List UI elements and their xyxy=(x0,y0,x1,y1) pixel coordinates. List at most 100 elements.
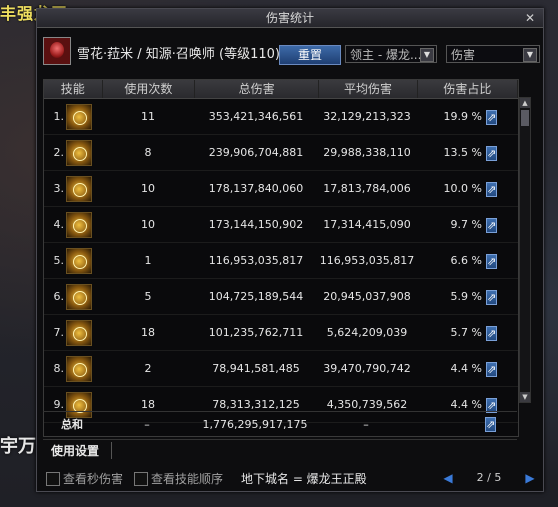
row-index: 4. xyxy=(53,218,65,231)
footer-bar: 查看秒伤害 查看技能顺序 地下城名 = 爆龙王正殿 ◀ 2 / 5 ▶ xyxy=(36,468,542,492)
pct-cell: 5.9 % xyxy=(450,290,482,303)
total-cell: 116,953,035,817 xyxy=(208,254,304,267)
uses-cell: 8 xyxy=(144,146,152,159)
skill-icon xyxy=(66,175,92,202)
row-index: 5. xyxy=(53,254,65,267)
uses-cell: 10 xyxy=(141,182,155,195)
total-label: 总和 xyxy=(61,418,83,431)
skill-icon xyxy=(66,211,92,238)
chevron-down-icon: ▼ xyxy=(523,48,537,62)
row-index: 1. xyxy=(53,110,65,123)
total-cell: 78,941,581,485 xyxy=(212,362,300,375)
skill-icon xyxy=(66,139,92,166)
total-cell: 101,235,762,711 xyxy=(208,326,304,339)
uses-cell: 11 xyxy=(141,110,155,123)
share-icon[interactable]: ⇗ xyxy=(485,417,497,432)
row-index: 2. xyxy=(53,146,65,159)
total-uses: – xyxy=(144,417,150,431)
table-row[interactable]: 7. 18 101,235,762,711 5,624,209,039 5.7 … xyxy=(44,315,518,351)
skill-order-checkbox[interactable] xyxy=(134,472,148,486)
row-index: 6. xyxy=(53,290,65,303)
chevron-down-icon: ▼ xyxy=(420,48,434,62)
column-header-avg: 平均伤害 xyxy=(319,80,418,98)
table-row[interactable]: 3. 10 178,137,840,060 17,813,784,006 10.… xyxy=(44,171,518,207)
page-indicator: 2 / 5 xyxy=(476,471,502,484)
uses-cell: 10 xyxy=(141,218,155,231)
row-index: 8. xyxy=(53,362,65,375)
pct-cell: 6.6 % xyxy=(450,254,482,267)
table-header: 技能 使用次数 总伤害 平均伤害 伤害占比 xyxy=(44,80,518,99)
avg-cell: 32,129,213,323 xyxy=(323,110,411,123)
avg-cell: 20,945,037,908 xyxy=(323,290,411,303)
share-icon[interactable]: ⇗ xyxy=(486,217,498,233)
pct-cell: 4.4 % xyxy=(450,362,482,375)
share-icon[interactable]: ⇗ xyxy=(486,325,498,341)
table-row[interactable]: 5. 1 116,953,035,817 116,953,035,817 6.6… xyxy=(44,243,518,279)
share-icon[interactable]: ⇗ xyxy=(486,289,498,305)
dps-checkbox-label: 查看秒伤害 xyxy=(63,472,124,486)
reset-button[interactable]: 重置 xyxy=(279,45,341,65)
total-damage: 1,776,295,917,175 xyxy=(202,417,308,431)
pagination: ◀ 2 / 5 ▶ xyxy=(441,470,537,488)
target-select[interactable]: 领主 - 爆龙... ▼ xyxy=(345,45,437,63)
share-icon[interactable]: ⇗ xyxy=(486,181,498,197)
avg-cell: 29,988,338,110 xyxy=(323,146,411,159)
dungeon-name: 地下城名 = 爆龙王正殿 xyxy=(241,472,367,486)
row-index: 3. xyxy=(53,182,65,195)
dps-checkbox[interactable] xyxy=(46,472,60,486)
usage-settings-label: 使用设置 xyxy=(51,442,113,459)
uses-cell: 5 xyxy=(144,290,152,303)
close-icon[interactable]: ✕ xyxy=(523,11,537,25)
scroll-thumb[interactable] xyxy=(521,110,529,126)
total-row: 总和 – 1,776,295,917,175 – ⇗ xyxy=(43,411,517,436)
pct-cell: 19.9 % xyxy=(443,110,482,123)
avatar xyxy=(43,37,71,65)
avg-cell: 17,314,415,090 xyxy=(323,218,411,231)
skill-icon xyxy=(66,355,92,382)
column-header-uses: 使用次数 xyxy=(103,80,196,98)
skill-icon xyxy=(66,103,92,130)
mode-select-value: 伤害 xyxy=(451,48,476,62)
window-title: 伤害统计 xyxy=(265,11,314,25)
row-index: 9. xyxy=(53,398,65,411)
table-row[interactable]: 2. 8 239,906,704,881 29,988,338,110 13.5… xyxy=(44,135,518,171)
total-cell: 353,421,346,561 xyxy=(208,110,304,123)
skill-icon xyxy=(66,283,92,310)
next-page-icon[interactable]: ▶ xyxy=(523,471,537,485)
prev-page-icon[interactable]: ◀ xyxy=(441,471,455,485)
damage-stats-window: 伤害统计 ✕ 雪花·菈米 / 知源·召唤师 (等级110) 重置 领主 - 爆龙… xyxy=(36,8,544,492)
avg-cell: 4,350,739,562 xyxy=(326,398,408,411)
column-header-skill: 技能 xyxy=(44,80,103,98)
share-icon[interactable]: ⇗ xyxy=(486,109,498,125)
avg-cell: 5,624,209,039 xyxy=(326,326,408,339)
pct-cell: 13.5 % xyxy=(443,146,482,159)
pct-cell: 9.7 % xyxy=(450,218,482,231)
mode-select[interactable]: 伤害 ▼ xyxy=(446,45,540,63)
character-header: 雪花·菈米 / 知源·召唤师 (等级110) 重置 领主 - 爆龙... ▼ 伤… xyxy=(41,35,540,69)
share-icon[interactable]: ⇗ xyxy=(486,253,498,269)
total-cell: 173,144,150,902 xyxy=(208,218,304,231)
avg-cell: 17,813,784,006 xyxy=(323,182,411,195)
window-titlebar[interactable]: 伤害统计 ✕ xyxy=(37,9,543,28)
skill-damage-table: 技能 使用次数 总伤害 平均伤害 伤害占比 1. 11 353,421,346,… xyxy=(43,79,519,437)
uses-cell: 18 xyxy=(141,398,155,411)
column-header-share: 伤害占比 xyxy=(418,80,518,98)
scroll-down-icon[interactable]: ▼ xyxy=(520,392,530,402)
table-scrollbar[interactable]: ▲ ▼ xyxy=(519,97,531,403)
uses-cell: 18 xyxy=(141,326,155,339)
table-row[interactable]: 8. 2 78,941,581,485 39,470,790,742 4.4 %… xyxy=(44,351,518,387)
skill-order-checkbox-label: 查看技能顺序 xyxy=(151,472,224,486)
pct-cell: 10.0 % xyxy=(443,182,482,195)
scroll-up-icon[interactable]: ▲ xyxy=(520,98,530,108)
total-avg: – xyxy=(363,417,369,431)
table-row[interactable]: 4. 10 173,144,150,902 17,314,415,090 9.7… xyxy=(44,207,518,243)
uses-cell: 1 xyxy=(144,254,152,267)
table-row[interactable]: 1. 11 353,421,346,561 32,129,213,323 19.… xyxy=(44,99,518,135)
share-icon[interactable]: ⇗ xyxy=(486,361,498,377)
table-row[interactable]: 6. 5 104,725,189,544 20,945,037,908 5.9 … xyxy=(44,279,518,315)
usage-settings-tab[interactable]: 使用设置 xyxy=(43,439,517,460)
total-cell: 104,725,189,544 xyxy=(208,290,304,303)
share-icon[interactable]: ⇗ xyxy=(486,145,498,161)
total-cell: 78,313,312,125 xyxy=(212,398,300,411)
avg-cell: 116,953,035,817 xyxy=(319,254,415,267)
